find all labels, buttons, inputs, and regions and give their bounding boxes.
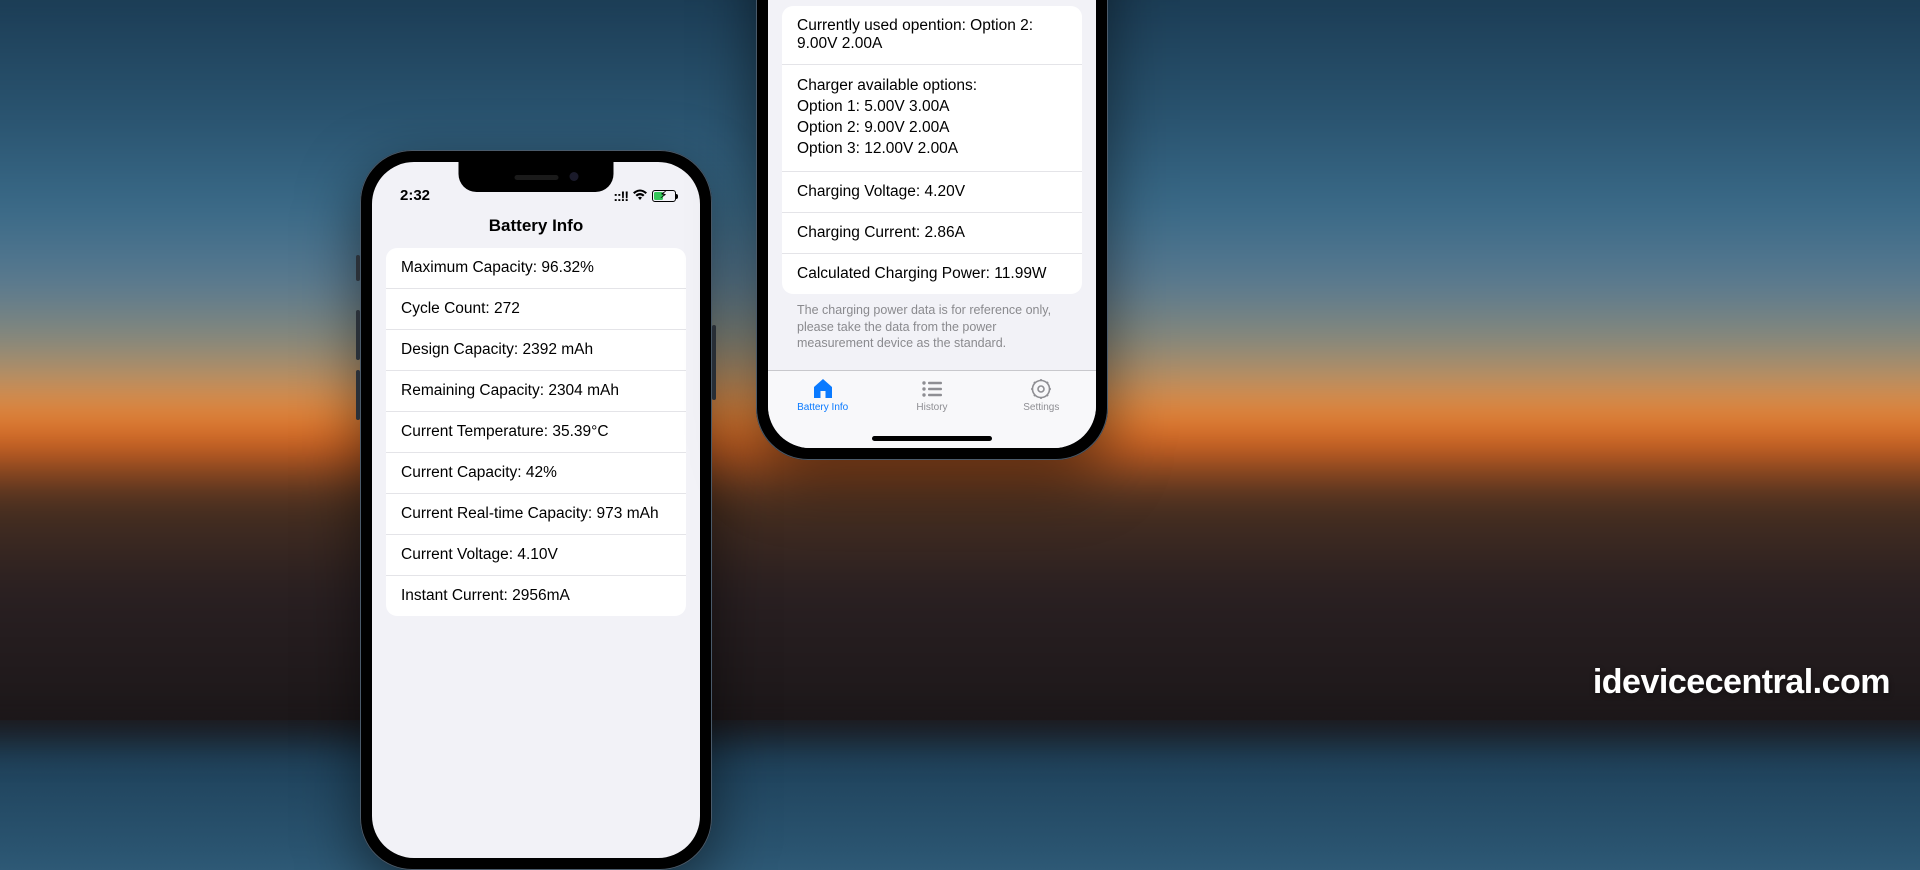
row-current-temperature[interactable]: Current Temperature: 35.39°C xyxy=(386,412,686,453)
status-time: 2:32 xyxy=(400,187,430,204)
row-current-capacity[interactable]: Current Capacity: 42% xyxy=(386,453,686,494)
row-remaining-capacity[interactable]: Remaining Capacity: 2304 mAh xyxy=(386,371,686,412)
volume-down-button xyxy=(356,370,360,420)
list-icon xyxy=(919,377,945,401)
page-title: Battery Info xyxy=(372,206,700,248)
tab-label: Settings xyxy=(1023,402,1059,413)
tab-label: Battery Info xyxy=(797,402,848,413)
wifi-icon xyxy=(632,188,648,204)
home-indicator[interactable] xyxy=(872,436,992,441)
tab-battery-info[interactable]: Battery Info xyxy=(778,377,868,413)
tab-history[interactable]: History xyxy=(887,377,977,413)
home-icon xyxy=(810,377,836,401)
watermark: idevicecentral.com xyxy=(1593,663,1890,702)
row-instant-current[interactable]: Instant Current: 2956mA xyxy=(386,576,686,616)
row-charging-voltage[interactable]: Charging Voltage: 4.20V xyxy=(782,172,1082,213)
tab-label: History xyxy=(916,402,947,413)
battery-info-card: Maximum Capacity: 96.32% Cycle Count: 27… xyxy=(386,248,686,616)
charging-footnote: The charging power data is for reference… xyxy=(782,294,1082,365)
row-charging-current[interactable]: Charging Current: 2.86A xyxy=(782,213,1082,254)
cellular-icon: ::!! xyxy=(613,188,628,204)
power-button xyxy=(712,325,716,400)
row-realtime-capacity[interactable]: Current Real-time Capacity: 973 mAh xyxy=(386,494,686,535)
row-max-capacity[interactable]: Maximum Capacity: 96.32% xyxy=(386,248,686,289)
battery-charging-icon: ⚡︎ xyxy=(652,190,676,202)
mute-switch xyxy=(356,255,360,281)
row-design-capacity[interactable]: Design Capacity: 2392 mAh xyxy=(386,330,686,371)
row-cycle-count[interactable]: Cycle Count: 272 xyxy=(386,289,686,330)
row-current-voltage[interactable]: Current Voltage: 4.10V xyxy=(386,535,686,576)
row-used-option[interactable]: Currently used opention: Option 2: 9.00V… xyxy=(782,6,1082,65)
charging-info-card: Currently used opention: Option 2: 9.00V… xyxy=(782,6,1082,294)
phone-mockup-left: 2:32 ::!! ⚡︎ Battery Info Maximum Capaci… xyxy=(360,150,712,870)
row-charger-options[interactable]: Charger available options: Option 1: 5.0… xyxy=(782,65,1082,172)
row-charging-power[interactable]: Calculated Charging Power: 11.99W xyxy=(782,254,1082,294)
phone-mockup-right: Currently used opention: Option 2: 9.00V… xyxy=(756,0,1108,460)
gear-icon xyxy=(1028,377,1054,401)
tab-bar: Battery Info History Settings xyxy=(768,370,1096,448)
tab-settings[interactable]: Settings xyxy=(996,377,1086,413)
volume-up-button xyxy=(356,310,360,360)
notch xyxy=(459,162,614,192)
